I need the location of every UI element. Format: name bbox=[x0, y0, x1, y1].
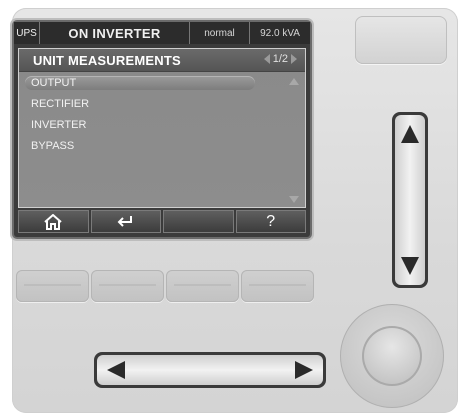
softkey-back[interactable] bbox=[90, 210, 161, 233]
status-bar: UPS ON INVERTER normal 92.0 kVA bbox=[14, 22, 310, 44]
menu-item-rectifier[interactable]: RECTIFIER bbox=[19, 94, 289, 115]
power-readout: 92.0 kVA bbox=[260, 27, 300, 39]
horizontal-rocker-body[interactable] bbox=[97, 355, 323, 385]
menu-panel: UNIT MEASUREMENTS 1/2 OUTPUT RECTIFIER I… bbox=[18, 48, 306, 208]
menu-item-label: OUTPUT bbox=[31, 77, 77, 89]
menu-item-label: INVERTER bbox=[31, 119, 87, 131]
softkey-help[interactable]: ? bbox=[235, 210, 306, 233]
menu-item-label: BYPASS bbox=[31, 140, 75, 152]
arrow-down-icon[interactable] bbox=[401, 257, 419, 275]
arrow-left-icon[interactable] bbox=[107, 361, 125, 379]
round-select-button[interactable] bbox=[340, 304, 444, 408]
function-button-4[interactable] bbox=[241, 270, 314, 302]
prev-page-icon[interactable] bbox=[263, 54, 270, 64]
operating-mode: normal bbox=[190, 22, 250, 44]
arrow-right-icon[interactable] bbox=[295, 361, 313, 379]
scroll-up-icon bbox=[289, 78, 299, 85]
page-indicator: 1/2 bbox=[272, 53, 288, 65]
vertical-rocker-body[interactable] bbox=[395, 115, 425, 285]
menu-item-inverter[interactable]: INVERTER bbox=[19, 115, 289, 136]
home-icon bbox=[44, 213, 62, 230]
menu-list: OUTPUT RECTIFIER INVERTER BYPASS bbox=[19, 73, 289, 157]
pager[interactable]: 1/2 bbox=[263, 53, 297, 65]
operating-state: ON INVERTER bbox=[40, 22, 190, 44]
softkey-home[interactable] bbox=[18, 210, 89, 233]
function-button-2[interactable] bbox=[91, 270, 164, 302]
function-button-row bbox=[16, 270, 314, 302]
vertical-scroll-rocker[interactable] bbox=[392, 112, 428, 288]
round-select-button-center[interactable] bbox=[362, 326, 422, 386]
arrow-up-icon[interactable] bbox=[401, 125, 419, 143]
softkey-bar: ? bbox=[18, 210, 306, 233]
page-title: UNIT MEASUREMENTS bbox=[33, 53, 181, 68]
horizontal-scroll-rocker[interactable] bbox=[94, 352, 326, 388]
menu-header: UNIT MEASUREMENTS 1/2 bbox=[19, 49, 305, 72]
function-button-1[interactable] bbox=[16, 270, 89, 302]
menu-item-label: RECTIFIER bbox=[31, 98, 90, 110]
menu-item-bypass[interactable]: BYPASS bbox=[19, 136, 289, 157]
return-icon bbox=[117, 215, 132, 227]
scroll-down-icon bbox=[289, 196, 299, 203]
display-screen: UPS ON INVERTER normal 92.0 kVA UNIT MEA… bbox=[14, 22, 310, 237]
softkey-blank[interactable] bbox=[163, 210, 234, 233]
device-label: UPS bbox=[14, 22, 40, 44]
top-right-button[interactable] bbox=[355, 16, 447, 64]
menu-item-output[interactable]: OUTPUT bbox=[19, 73, 289, 94]
next-page-icon[interactable] bbox=[291, 54, 297, 64]
function-button-3[interactable] bbox=[166, 270, 239, 302]
